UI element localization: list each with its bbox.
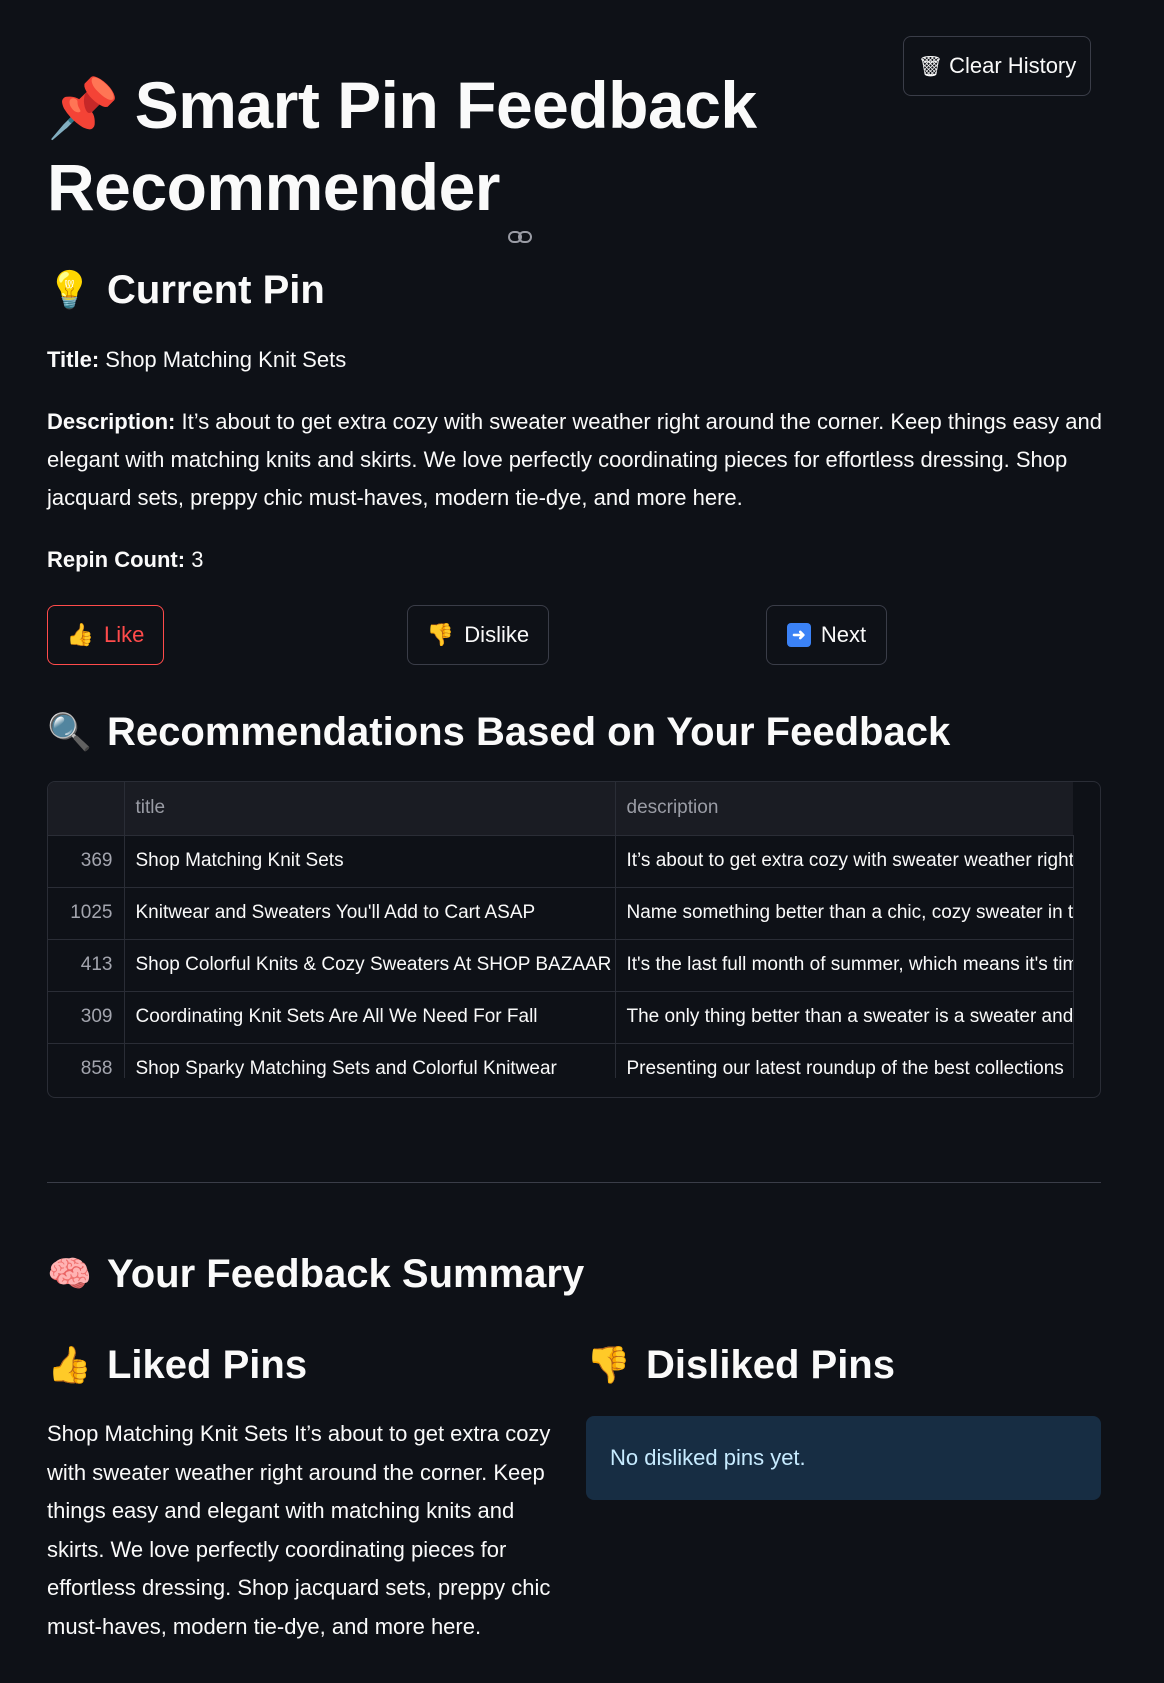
thumbs-down-icon: 👎: [586, 1344, 631, 1385]
row-index: 309: [48, 991, 125, 1044]
clear-history-label: Clear History: [949, 53, 1077, 78]
current-pin-heading: 💡 Current Pin: [47, 266, 325, 314]
app-page: 🗑 Clear History 📌 Smart Pin Feedback Reco…: [0, 0, 1164, 1683]
disliked-empty-alert: No disliked pins yet.: [586, 1416, 1101, 1500]
feedback-summary-heading: 🧠 Your Feedback Summary: [47, 1250, 584, 1298]
table-row[interactable]: 309 Coordinating Knit Sets Are All We Ne…: [48, 991, 1074, 1044]
disliked-pins-heading: 👎 Disliked Pins: [586, 1341, 895, 1389]
like-button[interactable]: 👍 Like: [47, 605, 164, 665]
pushpin-icon: 📌: [47, 76, 119, 141]
page-title-text: Smart Pin Feedback Recommender: [47, 68, 757, 224]
table-header-row: title description: [48, 782, 1073, 836]
recommendations-heading: 🔍 Recommendations Based on Your Feedback: [47, 708, 950, 756]
table-row[interactable]: 413 Shop Colorful Knits & Cozy Sweaters …: [48, 939, 1074, 992]
dislike-label: Dislike: [464, 622, 530, 647]
thumbs-up-icon: 👍: [47, 1344, 92, 1385]
row-description[interactable]: Presenting our latest roundup of the bes…: [615, 1043, 1074, 1078]
disliked-pins-heading-text: Disliked Pins: [646, 1343, 895, 1387]
pin-repin-label: Repin Count:: [47, 547, 186, 572]
feedback-summary-heading-text: Your Feedback Summary: [107, 1252, 585, 1296]
like-label: Like: [104, 622, 145, 647]
liked-pins-heading-text: Liked Pins: [107, 1343, 308, 1387]
row-index: 369: [48, 835, 125, 888]
row-description[interactable]: Name something better than a chic, cozy …: [615, 887, 1074, 940]
row-description[interactable]: The only thing better than a sweater is …: [615, 991, 1074, 1044]
pin-description-line: Description: It’s about to get extra coz…: [47, 403, 1107, 517]
magnifying-glass-icon: 🔍: [47, 711, 92, 752]
table-row[interactable]: 369 Shop Matching Knit Sets It’s about t…: [48, 835, 1074, 888]
pin-title-line: Title: Shop Matching Knit Sets: [47, 341, 1107, 379]
row-title[interactable]: Shop Sparky Matching Sets and Colorful K…: [124, 1043, 616, 1078]
table-row[interactable]: 1025 Knitwear and Sweaters You'll Add to…: [48, 887, 1074, 940]
row-title[interactable]: Shop Matching Knit Sets: [124, 835, 616, 888]
liked-pins-list: Shop Matching Knit Sets It’s about to ge…: [47, 1421, 551, 1639]
next-button[interactable]: ➜ Next: [766, 605, 887, 665]
thumbs-down-icon: 👎: [426, 622, 455, 647]
right-arrow-icon: ➜: [786, 623, 811, 647]
wastebasket-icon: 🗑: [917, 55, 944, 78]
row-index: 413: [48, 939, 125, 992]
brain-icon: 🧠: [47, 1253, 92, 1294]
column-header-index[interactable]: [48, 782, 125, 836]
thumbs-up-icon: 👍: [66, 622, 95, 647]
row-title[interactable]: Coordinating Knit Sets Are All We Need F…: [124, 991, 616, 1044]
light-bulb-icon: 💡: [47, 269, 92, 310]
table-row[interactable]: 858 Shop Sparky Matching Sets and Colorf…: [48, 1043, 1074, 1078]
section-divider: [47, 1182, 1101, 1183]
table-scroll-area[interactable]: title description 369 Shop Matching Knit…: [48, 782, 1100, 1078]
clear-history-button[interactable]: 🗑 Clear History: [903, 36, 1091, 96]
row-description[interactable]: It's the last full month of summer, whic…: [615, 939, 1074, 992]
row-title[interactable]: Shop Colorful Knits & Cozy Sweaters At S…: [124, 939, 616, 992]
recommendations-heading-text: Recommendations Based on Your Feedback: [107, 710, 951, 754]
liked-pins-heading: 👍 Liked Pins: [47, 1341, 307, 1389]
row-index: 1025: [48, 887, 125, 940]
disliked-empty-text: No disliked pins yet.: [610, 1445, 806, 1470]
row-description[interactable]: It’s about to get extra cozy with sweate…: [615, 835, 1074, 888]
recommendations-table[interactable]: title description 369 Shop Matching Knit…: [47, 781, 1101, 1098]
row-index: 858: [48, 1043, 125, 1078]
current-pin-heading-text: Current Pin: [107, 268, 325, 312]
pin-repin-line: Repin Count: 3: [47, 541, 1107, 579]
pin-title-label: Title:: [47, 347, 100, 372]
column-header-title[interactable]: title: [124, 782, 616, 836]
pin-repin-value: 3: [191, 547, 204, 572]
dislike-button[interactable]: 👎 Dislike: [407, 605, 549, 665]
column-header-description[interactable]: description: [615, 782, 1073, 836]
pin-description-value: It’s about to get extra cozy with sweate…: [47, 409, 1102, 510]
link-icon[interactable]: [508, 182, 532, 243]
pin-description-label: Description:: [47, 409, 176, 434]
row-title[interactable]: Knitwear and Sweaters You'll Add to Cart…: [124, 887, 616, 940]
next-label: Next: [820, 622, 867, 647]
page-title: 📌 Smart Pin Feedback Recommender: [47, 66, 807, 243]
pin-title-value: Shop Matching Knit Sets: [105, 347, 347, 372]
